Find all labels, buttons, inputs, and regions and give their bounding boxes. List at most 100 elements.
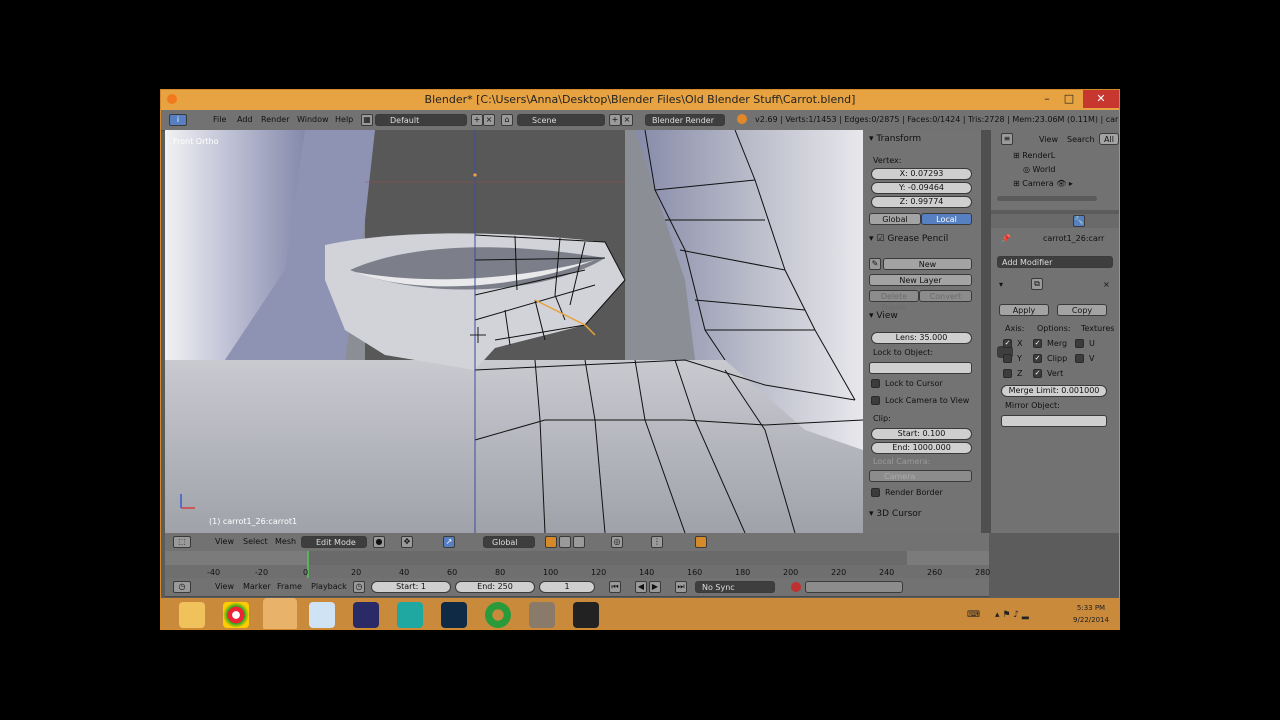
transform-section-header[interactable]: ▾ Transform (869, 134, 921, 144)
mode-select[interactable]: Edit Mode (301, 536, 367, 548)
vertex-select-icon[interactable] (559, 536, 571, 548)
record-icon[interactable] (791, 582, 801, 592)
outliner-display-all[interactable]: All (1099, 133, 1119, 145)
pencil-icon[interactable]: ✎ (869, 258, 881, 270)
jump-end-icon[interactable]: ⏭ (675, 581, 687, 593)
outliner-search-menu[interactable]: Search (1067, 135, 1094, 144)
timeline-view-menu[interactable]: View (215, 582, 234, 591)
recording-app-icon[interactable] (485, 602, 511, 628)
layout-add-icon[interactable]: + (471, 114, 483, 126)
lock-object-field[interactable] (869, 362, 972, 374)
view-menu[interactable]: View (215, 537, 234, 546)
proportional-edit-icon[interactable]: ◎ (611, 536, 623, 548)
close-button[interactable]: ✕ (1083, 90, 1119, 108)
local-camera-field[interactable]: Camera (869, 470, 972, 482)
file-explorer-icon[interactable] (179, 602, 205, 628)
window-titlebar[interactable]: Blender* [C:\Users\Anna\Desktop\Blender … (161, 90, 1119, 110)
remove-modifier-icon[interactable]: × (1103, 280, 1110, 289)
scene-add-icon[interactable]: + (609, 114, 621, 126)
marker-menu[interactable]: Marker (243, 582, 271, 591)
clock-date[interactable]: 9/22/2014 (1067, 616, 1115, 624)
layout-select[interactable]: Default (375, 114, 467, 126)
layer-icon[interactable] (545, 536, 557, 548)
keyboard-icon[interactable]: ⌨ (967, 610, 980, 620)
texture-u-checkbox[interactable] (1075, 339, 1084, 348)
snap-icon[interactable]: ⋮ (651, 536, 663, 548)
3d-view-editor-icon[interactable]: ⬚ (173, 536, 191, 548)
scene-icon[interactable]: ⌂ (501, 114, 513, 126)
texture-v-checkbox[interactable] (1075, 354, 1084, 363)
pin-icon[interactable]: 📌 (1001, 234, 1011, 243)
camera-app-icon[interactable] (573, 602, 599, 628)
layout-remove-icon[interactable]: × (483, 114, 495, 126)
merge-limit-field[interactable]: Merge Limit: 0.001000 (1001, 385, 1107, 397)
add-modifier-select[interactable]: Add Modifier (997, 256, 1113, 268)
clock-time[interactable]: 5:33 PM (1071, 604, 1111, 612)
playback-menu[interactable]: Playback (311, 582, 347, 591)
menu-add[interactable]: Add (237, 115, 253, 124)
pivot-icon[interactable]: ✥ (401, 536, 413, 548)
merge-checkbox[interactable]: ✓ (1033, 339, 1042, 348)
outliner-item-camera[interactable]: ⊞ Camera 👁 ▸ (1013, 179, 1073, 188)
outliner-item-renderlayers[interactable]: ⊞ RenderL (1013, 151, 1055, 160)
axis-y-checkbox[interactable] (1003, 354, 1012, 363)
modifier-expand-icon[interactable]: ▾ (999, 280, 1003, 289)
grease-pencil-section-header[interactable]: ▾ ☑ Grease Pencil (869, 234, 948, 244)
render-icon[interactable] (695, 536, 707, 548)
tools-icon[interactable] (529, 602, 555, 628)
maximize-button[interactable]: □ (1059, 90, 1079, 108)
layout-grid-icon[interactable]: ▦ (361, 114, 373, 126)
outliner-view-menu[interactable]: View (1039, 135, 1058, 144)
current-frame-field[interactable]: 1 (539, 581, 595, 593)
new-gpencil-button[interactable]: New (883, 258, 972, 270)
view-section-header[interactable]: ▾ View (869, 311, 898, 321)
blender-taskbar-icon[interactable] (263, 598, 297, 629)
outliner-editor-icon[interactable]: ≡ (1001, 133, 1013, 145)
menu-file[interactable]: File (213, 115, 226, 124)
apply-modifier-button[interactable]: Apply (999, 304, 1049, 316)
vertex-group-checkbox[interactable]: ✓ (1033, 369, 1042, 378)
mirror-object-field[interactable] (1001, 415, 1107, 427)
render-engine-select[interactable]: Blender Render (645, 114, 725, 126)
sync-select[interactable]: No Sync (695, 581, 775, 593)
play-icon[interactable]: ▶ (649, 581, 661, 593)
outliner-item-world[interactable]: ◎ World (1023, 165, 1055, 174)
maya-icon[interactable] (397, 602, 423, 628)
media-player-icon[interactable] (353, 602, 379, 628)
vertex-y-field[interactable]: Y: -0.09464 (871, 182, 972, 194)
paint-icon[interactable] (309, 602, 335, 628)
preview-range-icon[interactable]: ◷ (353, 581, 365, 593)
3d-cursor-section-header[interactable]: ▾ 3D Cursor (869, 509, 922, 519)
frame-menu[interactable]: Frame (277, 582, 302, 591)
local-toggle[interactable]: Local (921, 213, 972, 225)
axis-x-checkbox[interactable]: ✓ (1003, 339, 1012, 348)
end-frame-field[interactable]: End: 250 (455, 581, 535, 593)
new-layer-button[interactable]: New Layer (869, 274, 972, 286)
chrome-icon[interactable] (223, 602, 249, 628)
menu-help[interactable]: Help (335, 115, 353, 124)
lock-camera-checkbox[interactable] (871, 396, 880, 405)
delete-frame-button[interactable]: Delete Frame (869, 290, 919, 312)
start-frame-field[interactable]: Start: 1 (371, 581, 451, 593)
global-toggle[interactable]: Global (869, 213, 921, 225)
vertex-z-field[interactable]: Z: 0.99774 (871, 196, 972, 208)
timeline-editor-icon[interactable]: ◷ (173, 581, 191, 593)
render-border-checkbox[interactable] (871, 488, 880, 497)
axis-z-checkbox[interactable] (1003, 369, 1012, 378)
keying-set-field[interactable] (805, 581, 903, 593)
mesh-menu[interactable]: Mesh (275, 537, 296, 546)
copy-modifier-button[interactable]: Copy (1057, 304, 1107, 316)
system-tray-icons[interactable]: ▴ ⚑ ♪ ▂ (995, 610, 1029, 620)
panel-scrollbar[interactable] (981, 130, 991, 533)
photoshop-icon[interactable] (441, 602, 467, 628)
convert-button[interactable]: Convert (919, 290, 972, 302)
select-menu[interactable]: Select (243, 537, 268, 546)
orientation-select[interactable]: Global (483, 536, 535, 548)
outliner-scrollbar[interactable] (997, 196, 1097, 201)
shading-icon[interactable]: ● (373, 536, 385, 548)
menu-window[interactable]: Window (297, 115, 329, 124)
menu-render[interactable]: Render (261, 115, 289, 124)
minimize-button[interactable]: – (1037, 90, 1057, 108)
lens-field[interactable]: Lens: 35.000 (871, 332, 972, 344)
timeline[interactable]: -40 -20 0 20 40 60 80 100 120 140 160 180 200 220 240 2… (165, 551, 990, 578)
